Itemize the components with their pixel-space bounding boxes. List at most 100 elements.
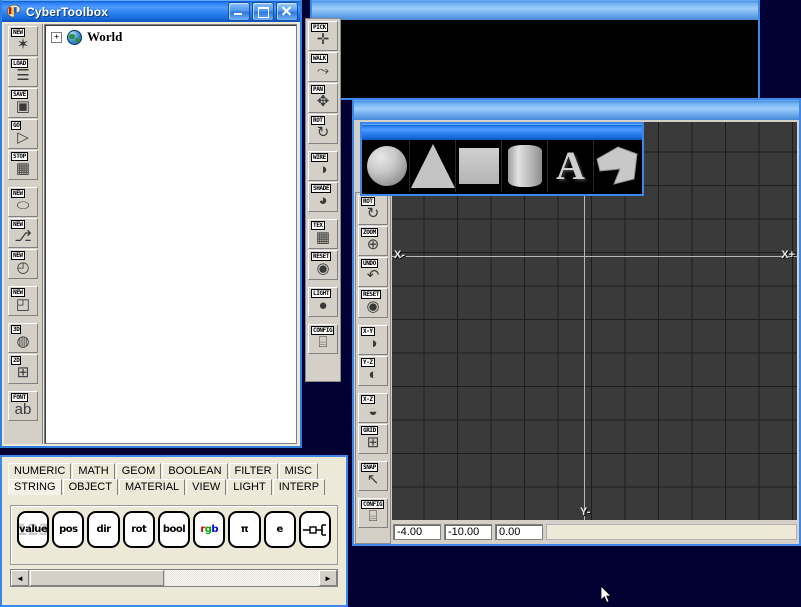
tab-math[interactable]: MATH [72, 463, 115, 479]
new-object-button[interactable]: NEW ⬭ [8, 187, 38, 217]
new-2d-view-button[interactable]: 2D ⊞ [8, 354, 38, 384]
viewport-titlebar[interactable] [354, 100, 799, 120]
render-window[interactable] [310, 0, 760, 100]
node-pos-button[interactable]: pos [52, 511, 85, 548]
main-toolbar[interactable]: NEW ✶ LOAD ☰ SAVE ▣ GO ▷ STOP ▦ NEW ⬭ NEW ⎇ NEW ◴ NEW ◰ 3D… [4, 24, 43, 444]
minimize-button[interactable] [228, 2, 250, 21]
reset-view-button[interactable]: RESET ◉ [358, 288, 388, 318]
cylinder-shape[interactable] [502, 140, 548, 192]
tree-expander[interactable]: + [51, 31, 62, 43]
maximize-button[interactable] [252, 2, 274, 21]
edit-toolbar[interactable]: ROT ↻ ZOOM ⊕ UNDO ↶ RESET ◉ X-Y ◑ Y-Z ◐ X-Z ◒ GRID ⊞ SNA… [355, 192, 391, 544]
wireframe-mode-button[interactable]: WIRE ◑ [308, 151, 338, 181]
configure-editor-button[interactable]: CONFIG ⌸ [358, 498, 388, 528]
view-yz-plane-button[interactable]: Y-Z ◐ [358, 356, 388, 386]
tab-light[interactable]: LIGHT [227, 479, 272, 495]
node-connector-button[interactable] [298, 511, 331, 548]
tab-filter[interactable]: FILTER [228, 463, 278, 479]
tab-object[interactable]: OBJECT [62, 479, 118, 495]
scroll-track[interactable] [165, 570, 319, 586]
shaded-mode-button[interactable]: SHADE ◕ [308, 182, 338, 212]
render-window-titlebar[interactable] [312, 0, 758, 20]
navigation-toolbar[interactable]: PICK ✛ WALK ⤳ PAN ✥ ROT ↻ WIRE ◑ SHADE ◕ TEX ▦ RESET ◉ L… [305, 18, 341, 382]
pick-tool-button[interactable]: PICK ✛ [308, 21, 338, 51]
tab-material[interactable]: MATERIAL [118, 479, 186, 495]
rotate-tool-button[interactable]: ROT ↻ [308, 114, 338, 144]
scroll-thumb[interactable] [30, 570, 164, 586]
shaded-mode-icon: ◕ [318, 191, 328, 209]
view-xy-plane-button[interactable]: X-Y ◑ [358, 325, 388, 355]
node-palette-tabs[interactable]: NUMERIC MATH GEOM BOOLEAN FILTER MISC STRING O… [2, 457, 346, 495]
node-value-button[interactable]: 123 value [17, 511, 50, 548]
palette-icon [6, 4, 22, 20]
new-page-button[interactable]: NEW ◰ [8, 286, 38, 316]
node-bool-button[interactable]: bool [157, 511, 191, 548]
shape-palette-row: A [364, 140, 640, 192]
new-timer-caption: NEW [11, 251, 25, 260]
sphere-shape[interactable] [364, 140, 410, 192]
tab-string[interactable]: STRING [8, 479, 62, 495]
node-rot-button[interactable]: rot [122, 511, 155, 548]
run-button[interactable]: GO ▷ [8, 119, 38, 149]
toggle-snap-button[interactable]: SNAP ↖ [358, 461, 388, 491]
render-canvas[interactable] [314, 20, 756, 96]
new-3d-view-button[interactable]: 3D ◍ [8, 323, 38, 353]
stop-button[interactable]: STOP ▦ [8, 150, 38, 180]
configure-editor-caption: CONFIG [361, 500, 385, 509]
reset-view-button[interactable]: RESET ◉ [308, 250, 338, 280]
zoom-tool-button[interactable]: ZOOM ⊕ [358, 226, 388, 256]
undo-button[interactable]: UNDO ↶ [358, 257, 388, 287]
node-bool-label: bool [162, 524, 186, 535]
save-scene-button[interactable]: SAVE ▣ [8, 88, 38, 118]
close-button[interactable] [276, 2, 298, 21]
tab-numeric[interactable]: NUMERIC [8, 463, 72, 479]
node-palette-scrollbar[interactable]: ◄ ► [10, 569, 338, 587]
tab-view[interactable]: VIEW [186, 479, 227, 495]
stop-caption: STOP [11, 152, 28, 161]
rotate-tool-button[interactable]: ROT ↻ [358, 195, 388, 225]
node-e-button[interactable]: e [263, 511, 296, 548]
node-dir-button[interactable]: dir [87, 511, 120, 548]
node-dir-label: dir [96, 524, 112, 535]
new-scene-button[interactable]: NEW ✶ [8, 26, 38, 56]
toggle-grid-button[interactable]: GRID ⊞ [358, 424, 388, 454]
configure-view-button[interactable]: CONFIG ⌸ [308, 324, 338, 354]
scroll-right-arrow[interactable]: ► [319, 570, 337, 586]
node-pi-label: π [240, 524, 249, 535]
text-shape[interactable]: A [548, 140, 594, 192]
main-window-titlebar[interactable]: CyberToolbox [2, 0, 300, 22]
polygon-shape[interactable] [594, 140, 640, 192]
shape-palette-window[interactable]: A [360, 122, 644, 196]
main-window[interactable]: CyberToolbox NEW ✶ LOAD ☰ SAVE ▣ GO ▷ STOP ▦ NEW ⬭ N… [0, 0, 302, 448]
pan-tool-button[interactable]: PAN ✥ [308, 83, 338, 113]
new-font-button[interactable]: FONT ab [8, 391, 38, 421]
scene-tree[interactable]: + World [44, 24, 297, 444]
shaded-mode-caption: SHADE [311, 184, 332, 193]
tree-label-world: World [87, 29, 123, 44]
walk-tool-button[interactable]: WALK ⤳ [308, 52, 338, 82]
new-scene-caption: NEW [11, 28, 25, 37]
node-rgb-button[interactable]: rgb [193, 511, 226, 548]
new-timer-button[interactable]: NEW ◴ [8, 249, 38, 279]
tab-geom[interactable]: GEOM [115, 463, 162, 479]
load-scene-button[interactable]: LOAD ☰ [8, 57, 38, 87]
light-tool-button[interactable]: LIGHT ● [308, 287, 338, 317]
cone-shape[interactable] [410, 140, 456, 192]
tree-row-world[interactable]: + World [45, 25, 296, 45]
cube-shape[interactable] [456, 140, 502, 192]
rotate-tool-icon: ↻ [366, 204, 380, 222]
new-link-button[interactable]: NEW ⎇ [8, 218, 38, 248]
tab-misc[interactable]: MISC [278, 463, 319, 479]
textured-mode-button[interactable]: TEX ▦ [308, 219, 338, 249]
new-font-caption: FONT [11, 393, 28, 402]
node-palette-window[interactable]: NUMERIC MATH GEOM BOOLEAN FILTER MISC STRING O… [0, 455, 348, 607]
shape-palette-titlebar[interactable] [362, 124, 642, 140]
tab-boolean[interactable]: BOOLEAN [162, 463, 228, 479]
scroll-left-arrow[interactable]: ◄ [11, 570, 29, 586]
node-pi-button[interactable]: π [228, 511, 261, 548]
undo-caption: UNDO [361, 259, 378, 268]
text-shape-glyph: A [556, 143, 585, 188]
view-xz-plane-button[interactable]: X-Z ◒ [358, 393, 388, 423]
tab-interp[interactable]: INTERP [272, 479, 326, 495]
rotate-tool-icon: ↻ [316, 123, 330, 141]
